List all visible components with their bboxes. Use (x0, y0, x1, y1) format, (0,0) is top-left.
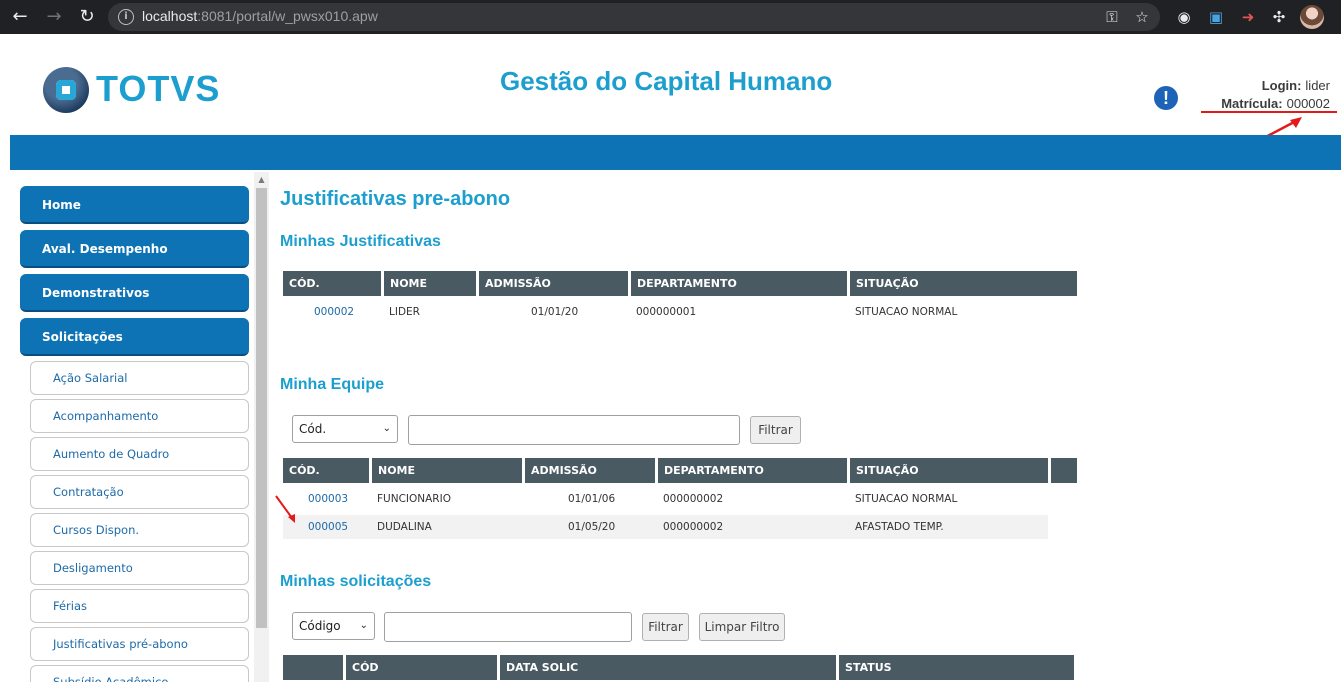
sidebar-item-solicitacoes[interactable]: Solicitações (20, 318, 249, 356)
solicitacoes-filter-select[interactable]: Código ⌄ (292, 612, 375, 640)
col-header-extra (1051, 458, 1077, 483)
col-header-departamento[interactable]: DEPARTAMENTO (658, 458, 847, 483)
logo-text: TOTVS (96, 68, 221, 109)
cell-situacao: AFASTADO TEMP. (855, 521, 944, 533)
cell-admissao: 01/05/20 (568, 521, 616, 533)
sidebar-subitem-aumento-quadro[interactable]: Aumento de Quadro (30, 437, 249, 471)
cell-admissao: 01/01/20 (531, 306, 579, 318)
key-icon[interactable]: ⚿ (1102, 7, 1122, 27)
top-banner (10, 135, 1341, 170)
col-header-cod[interactable]: CÓD. (283, 271, 381, 296)
address-bar[interactable]: i localhost:8081/portal/w_pwsx010.apw ⚿ … (108, 3, 1160, 31)
sidebar-item-aval-desempenho[interactable]: Aval. Desempenho (20, 230, 249, 268)
col-header-blank (283, 655, 343, 680)
cell-situacao: SITUACAO NORMAL (855, 306, 958, 318)
equipe-select-value: Cód. (299, 422, 327, 436)
sidebar-subitem-ferias[interactable]: Férias (30, 589, 249, 623)
col-header-status[interactable]: STATUS (839, 655, 1074, 680)
cell-departamento: 000000002 (663, 521, 724, 533)
forward-arrow-icon[interactable]: → (42, 5, 66, 29)
col-header-data-solic[interactable]: DATA SOLIC (500, 655, 836, 680)
sidebar-subitem-acompanhamento[interactable]: Acompanhamento (30, 399, 249, 433)
equipe-filter-select[interactable]: Cód. ⌄ (292, 415, 398, 443)
info-icon[interactable]: i (118, 9, 134, 25)
chevron-down-icon: ⌄ (359, 620, 368, 631)
section-title-equipe: Minha Equipe (280, 376, 384, 393)
alert-icon[interactable]: ! (1154, 86, 1178, 110)
solicitacoes-select-value: Código (299, 619, 341, 633)
extension-screen-icon[interactable]: ▣ (1206, 7, 1226, 27)
annotation-arrow-icon (275, 495, 295, 523)
cell-nome: LIDER (389, 306, 420, 318)
login-label: Login: (1261, 78, 1302, 93)
sidebar-subitem-subsidio[interactable]: Subsídio Acadêmico (30, 665, 249, 682)
cell-departamento: 000000002 (663, 493, 724, 505)
sidebar-subitem-acao-salarial[interactable]: Ação Salarial (30, 361, 249, 395)
section-title-minhas: Minhas Justificativas (280, 233, 441, 250)
page-title: Justificativas pre-abono (280, 188, 511, 210)
extension-arrow-icon[interactable]: ➜ (1238, 7, 1258, 27)
cell-departamento: 000000001 (636, 306, 697, 318)
col-header-cod[interactable]: CÓD (346, 655, 497, 680)
chevron-down-icon: ⌄ (382, 423, 391, 434)
col-header-nome[interactable]: NOME (372, 458, 522, 483)
scroll-up-icon[interactable]: ▲ (254, 172, 269, 187)
sidebar-scrollbar[interactable]: ▲ (254, 172, 269, 682)
app-title: Gestão do Capital Humano (500, 66, 833, 96)
url-text: localhost:8081/portal/w_pwsx010.apw (142, 8, 378, 24)
solicitacoes-clear-button[interactable]: Limpar Filtro (699, 613, 785, 641)
browser-toolbar: ← → ↻ i localhost:8081/portal/w_pwsx010.… (0, 0, 1341, 34)
col-header-admissao[interactable]: ADMISSÃO (479, 271, 628, 296)
back-arrow-icon[interactable]: ← (8, 5, 32, 29)
cell-admissao: 01/01/06 (568, 493, 616, 505)
sidebar-subitem-justificativas[interactable]: Justificativas pré-abono (30, 627, 249, 661)
col-header-admissao[interactable]: ADMISSÃO (525, 458, 655, 483)
sidebar-item-demonstrativos[interactable]: Demonstrativos (20, 274, 249, 312)
scroll-thumb[interactable] (256, 188, 267, 628)
sidebar-subitem-cursos[interactable]: Cursos Dispon. (30, 513, 249, 547)
matricula-label: Matrícula: (1221, 96, 1283, 111)
cell-nome: DUDALINA (377, 521, 432, 533)
extension-circle-icon[interactable]: ◉ (1174, 7, 1194, 27)
cell-situacao: SITUACAO NORMAL (855, 493, 958, 505)
equipe-filter-input[interactable] (408, 415, 740, 445)
col-header-situacao[interactable]: SITUAÇÃO (850, 458, 1048, 483)
sidebar-subitem-desligamento[interactable]: Desligamento (30, 551, 249, 585)
sidebar-item-home[interactable]: Home (20, 186, 249, 224)
col-header-nome[interactable]: NOME (384, 271, 476, 296)
user-info: Login: lider Matrícula: 000002 (1221, 77, 1330, 113)
sidebar-subitem-contratacao[interactable]: Contratação (30, 475, 249, 509)
col-header-situacao[interactable]: SITUAÇÃO (850, 271, 1077, 296)
matricula-value: 000002 (1286, 96, 1330, 111)
profile-avatar[interactable] (1300, 5, 1324, 29)
sidebar-menu: Home Aval. Desempenho Demonstrativos Sol… (10, 172, 254, 682)
col-header-departamento[interactable]: DEPARTAMENTO (631, 271, 847, 296)
solicitacoes-filter-button[interactable]: Filtrar (642, 613, 689, 641)
star-icon[interactable]: ☆ (1132, 7, 1152, 27)
reload-icon[interactable]: ↻ (75, 5, 99, 29)
equipe-filter-button[interactable]: Filtrar (750, 416, 801, 444)
solicitacoes-filter-input[interactable] (384, 612, 632, 642)
login-value: lider (1305, 78, 1330, 93)
cell-cod-link[interactable]: 000002 (308, 300, 354, 324)
cell-nome: FUNCIONARIO (377, 493, 451, 505)
col-header-cod[interactable]: CÓD. (283, 458, 369, 483)
puzzle-icon[interactable]: ✣ (1269, 7, 1289, 27)
totvs-logo-icon (43, 67, 89, 113)
section-title-solicitacoes: Minhas solicitações (280, 573, 432, 590)
